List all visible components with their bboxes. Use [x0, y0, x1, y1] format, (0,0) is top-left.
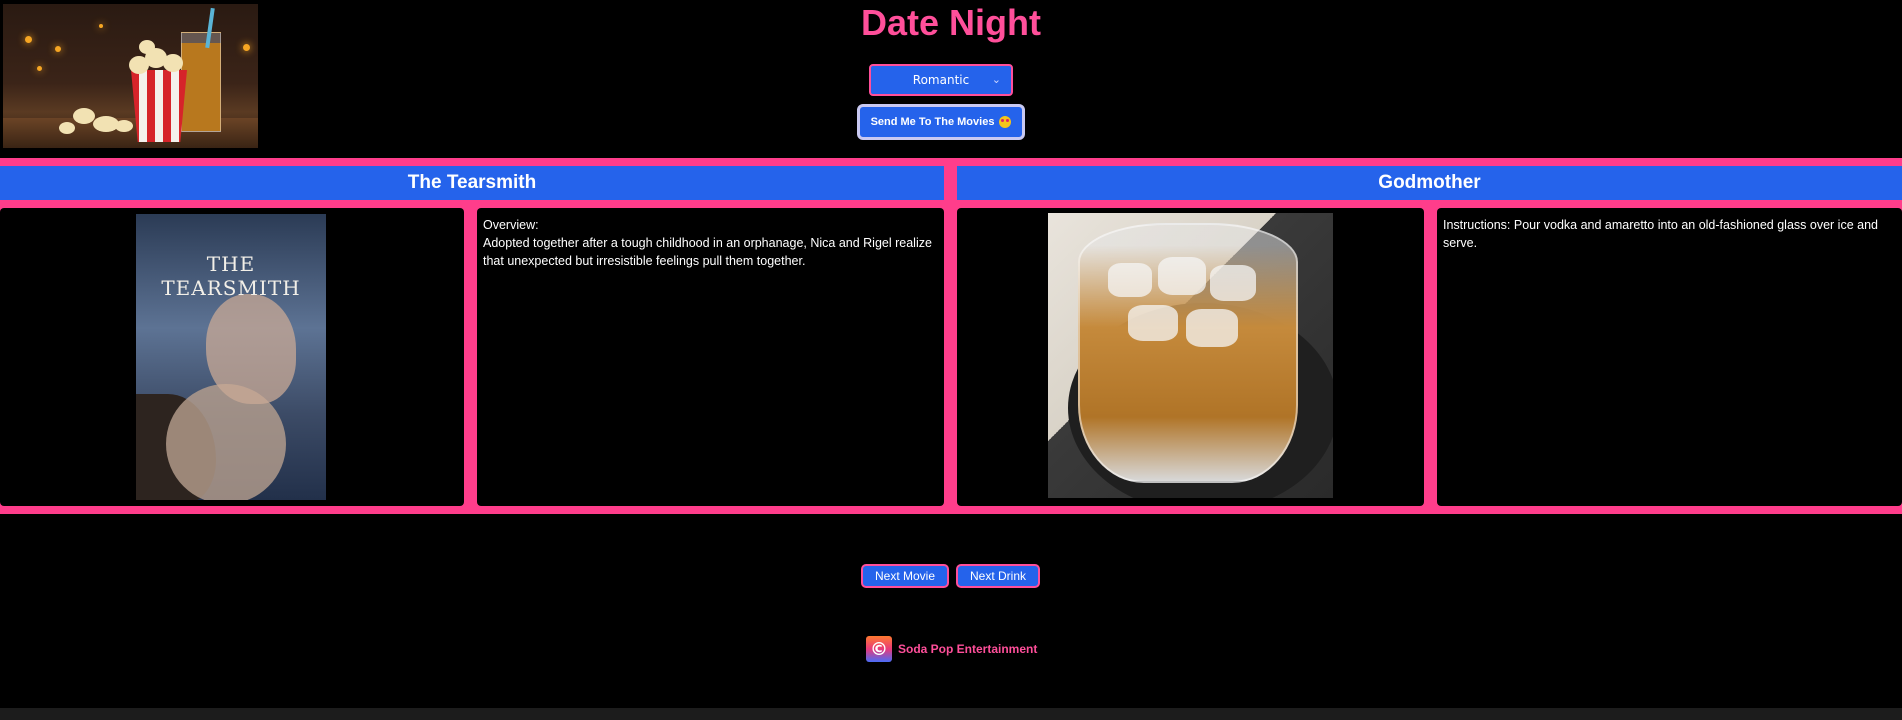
drink-instructions-panel: Instructions: Pour vodka and amaretto in… [1437, 208, 1902, 506]
page-title: Date Night [861, 2, 1041, 43]
movie-title-header: The Tearsmith [0, 166, 944, 200]
drink-instructions-text: Instructions: Pour vodka and amaretto in… [1443, 218, 1878, 250]
send-button-label: Send Me To The Movies [870, 116, 995, 128]
drink-image-panel [957, 208, 1424, 506]
mood-select-value: Romantic [912, 73, 970, 87]
poster-title-text: THE TEARSMITH [161, 252, 301, 300]
chevron-down-icon: ⌄ [991, 73, 1001, 86]
movie-poster-panel: THE TEARSMITH [0, 208, 464, 506]
next-movie-button[interactable]: Next Movie [861, 564, 949, 588]
brand-name: Soda Pop Entertainment [898, 642, 1038, 656]
results-frame: The Tearsmith Godmother THE TEARSMITH Ov… [0, 158, 1902, 514]
next-drink-button[interactable]: Next Drink [956, 564, 1040, 588]
bottom-bar [0, 708, 1902, 720]
mood-select[interactable]: Romantic ⌄ [869, 64, 1013, 96]
footer-brand: © Soda Pop Entertainment [866, 636, 1037, 662]
overview-label: Overview: [483, 218, 539, 232]
movie-poster-image: THE TEARSMITH [136, 214, 326, 500]
movie-title: The Tearsmith [407, 172, 537, 193]
send-me-to-the-movies-button[interactable]: Send Me To The Movies [857, 104, 1025, 140]
drink-title: Godmother [1378, 172, 1481, 193]
soda-pop-logo-icon: © [866, 636, 892, 662]
movie-overview-panel: Overview: Adopted together after a tough… [477, 208, 944, 506]
overview-text: Adopted together after a tough childhood… [483, 236, 932, 268]
heart-eyes-emoji-icon [999, 116, 1012, 128]
drink-image [1048, 213, 1333, 498]
drink-title-header: Godmother [957, 166, 1902, 200]
